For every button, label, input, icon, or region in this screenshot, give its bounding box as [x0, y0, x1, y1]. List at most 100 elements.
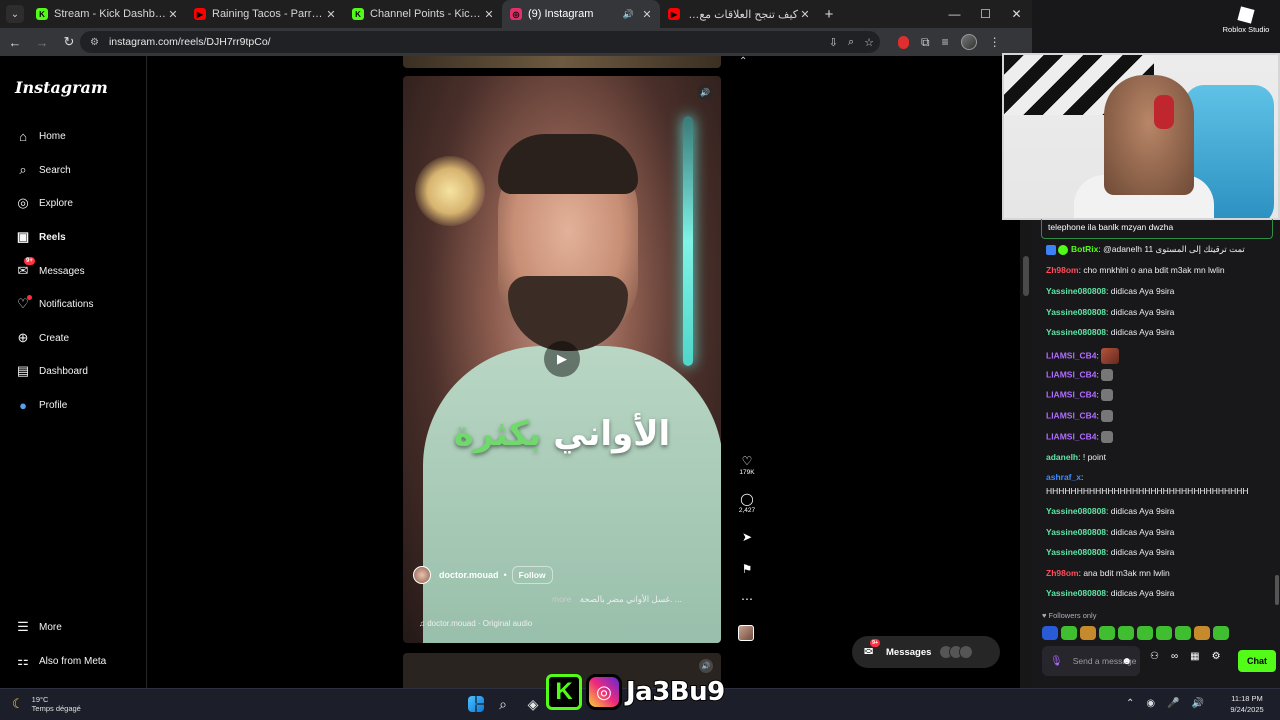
windows-start-icon[interactable] [468, 696, 484, 712]
previous-reel-edge[interactable] [403, 56, 721, 68]
link-icon[interactable]: ∞ [1171, 651, 1178, 662]
more-link[interactable]: more [552, 594, 571, 604]
zoom-icon[interactable]: ⌕ [848, 36, 854, 49]
tab-close-icon[interactable]: ✕ [640, 8, 654, 21]
tray-chevron-icon[interactable]: ⌃ [1126, 698, 1134, 709]
emote[interactable] [1099, 626, 1115, 640]
emote[interactable] [1061, 626, 1077, 640]
tab-close-icon[interactable]: ✕ [482, 8, 496, 21]
chat-input[interactable]: 🎙 Send a message ☻ [1042, 646, 1140, 676]
chat-username[interactable]: BotRix [1071, 244, 1098, 254]
bookmark-star-icon[interactable]: ☆ [864, 36, 874, 49]
microphone-icon[interactable]: 🎙 [1050, 656, 1063, 667]
chat-username[interactable]: Yassine080808 [1046, 327, 1106, 337]
chat-username[interactable]: LIAMSI_CB4 [1046, 350, 1097, 360]
chat-username[interactable]: ashraf_x [1046, 472, 1081, 482]
emote[interactable] [1042, 626, 1058, 640]
new-tab-button[interactable]: + [818, 6, 840, 23]
back-button[interactable]: ← [3, 30, 27, 54]
mic-tray-icon[interactable]: 🎤 [1167, 698, 1179, 709]
chat-send-button[interactable]: Chat [1238, 650, 1276, 672]
emote[interactable] [1213, 626, 1229, 640]
reel-audio[interactable]: ♫ doctor.mouad · Original audio [419, 619, 532, 628]
author-avatar[interactable] [413, 566, 431, 584]
close-window-button[interactable]: ✕ [1001, 0, 1032, 28]
sidebar-item-explore[interactable]: ◎ Explore [15, 195, 73, 211]
author-username[interactable]: doctor.mouad [439, 570, 499, 580]
chat-username[interactable]: LIAMSI_CB4 [1046, 369, 1097, 379]
tab-close-icon[interactable]: ✕ [324, 8, 338, 21]
sidebar-item-home[interactable]: ⌂ Home [15, 128, 66, 144]
sidebar-item-dashboard[interactable]: ▤ Dashboard [15, 363, 88, 379]
sidebar-item-reels[interactable]: ▣ Reels [15, 229, 66, 245]
browser-tab[interactable]: ▶ Raining Tacos - Parry Gripp & B✕ [186, 0, 344, 28]
tab-audio-icon[interactable]: 🔊 [623, 9, 634, 20]
chat-username[interactable]: LIAMSI_CB4 [1046, 389, 1097, 399]
emote[interactable] [1175, 626, 1191, 640]
emote[interactable] [1137, 626, 1153, 640]
url-input[interactable]: ⚙ instagram.com/reels/DJH7rr9tpCo/ ⇩ ⌕ ☆ [80, 31, 880, 53]
extension-record-icon[interactable] [898, 35, 909, 49]
more-options-button[interactable]: ⋯ [736, 592, 758, 606]
extensions-puzzle-icon[interactable]: ⧉ [921, 35, 930, 50]
emote[interactable] [1156, 626, 1172, 640]
instagram-logo[interactable]: Instagram [15, 78, 108, 97]
copilot-icon[interactable]: ◈ [522, 693, 544, 715]
play-button[interactable]: ▶ [544, 341, 580, 377]
sidebar-item-more[interactable]: ☰ More [15, 619, 62, 635]
maximize-button[interactable]: ☐ [970, 0, 1001, 28]
sidebar-item-messages[interactable]: ✉ 9+ Messages [15, 257, 85, 279]
browser-tab[interactable]: K Channel Points - Kick Dashboard✕ [344, 0, 502, 28]
forward-button[interactable]: → [30, 30, 54, 54]
sidebar-item-create[interactable]: ⊕ Create [15, 330, 69, 346]
chat-username[interactable]: Zh98om [1046, 568, 1079, 578]
predictions-icon[interactable]: ⚇ [1150, 651, 1159, 662]
chat-username[interactable]: Yassine080808 [1046, 527, 1106, 537]
emote[interactable] [1194, 626, 1210, 640]
chat-username[interactable]: Yassine080808 [1046, 506, 1106, 516]
taskbar-search-icon[interactable]: ⌕ [492, 693, 514, 715]
chat-username[interactable]: Zh98om [1046, 265, 1079, 275]
weather-widget[interactable]: ☾ 19°C Temps dégagé [12, 695, 81, 713]
chat-username[interactable]: Yassine080808 [1046, 588, 1106, 598]
chat-username[interactable]: LIAMSI_CB4 [1046, 410, 1097, 420]
follow-button[interactable]: Follow [511, 566, 553, 584]
tab-search-button[interactable]: ⌄ [6, 5, 24, 23]
settings-gear-icon[interactable]: ⚙ [1212, 651, 1221, 662]
volume-icon[interactable]: 🔊 [1192, 698, 1204, 709]
site-info-icon[interactable]: ⚙ [90, 37, 99, 48]
roblox-studio-shortcut[interactable]: Roblox Studio [1218, 6, 1274, 34]
emote[interactable] [1080, 626, 1096, 640]
comment-button[interactable]: ◯ 2,427 [736, 492, 758, 514]
share-button[interactable]: ➤ [736, 530, 758, 544]
browser-tab[interactable]: ◎ (9) Instagram 🔊 ✕ [502, 0, 660, 28]
browser-menu-icon[interactable]: ⋮ [989, 35, 1001, 49]
media-control-icon[interactable]: ≡ [942, 35, 949, 49]
chat-username[interactable]: LIAMSI_CB4 [1046, 431, 1097, 441]
arrow-up-icon[interactable]: ⌃ [739, 56, 747, 67]
clock[interactable]: 11:18 PM 9/24/2025 [1222, 693, 1272, 715]
emote[interactable] [1118, 626, 1134, 640]
chat-username[interactable]: Yassine080808 [1046, 547, 1106, 557]
sidebar-item-profile[interactable]: ● Profile [15, 397, 67, 413]
browser-tab[interactable]: ▶ كيف تنجح العلاقات مع ياسر الحزي✕ [660, 0, 818, 28]
sidebar-item-search[interactable]: ⌕ Search [15, 162, 70, 178]
minimize-button[interactable]: — [939, 0, 970, 28]
audio-thumbnail[interactable] [738, 625, 754, 641]
messages-pill[interactable]: ✉ 9+ Messages [852, 636, 1000, 668]
reel-video[interactable]: 🔊 ▶ الأواني بكثرة doctor.mouad • Follow … [403, 76, 721, 643]
profile-avatar[interactable] [960, 34, 977, 50]
chat-username[interactable]: Yassine080808 [1046, 286, 1106, 296]
reload-button[interactable]: ↻ [57, 30, 81, 54]
install-app-icon[interactable]: ⇩ [829, 36, 838, 49]
chat-scrollbar[interactable] [1275, 575, 1279, 605]
discord-tray-icon[interactable]: ◉ [1146, 698, 1155, 709]
tab-close-icon[interactable]: ✕ [798, 8, 812, 21]
scrollbar-thumb[interactable] [1023, 256, 1029, 296]
sidebar-item-meta[interactable]: ⚏ Also from Meta [15, 653, 106, 669]
sidebar-item-notifications[interactable]: ♡ Notifications [15, 295, 93, 312]
chat-username[interactable]: adanelh [1046, 452, 1078, 462]
tab-close-icon[interactable]: ✕ [166, 8, 180, 21]
emoji-icon[interactable]: ☻ [1121, 656, 1132, 667]
browser-tab[interactable]: K Stream - Kick Dashboard ✕ [28, 0, 186, 28]
